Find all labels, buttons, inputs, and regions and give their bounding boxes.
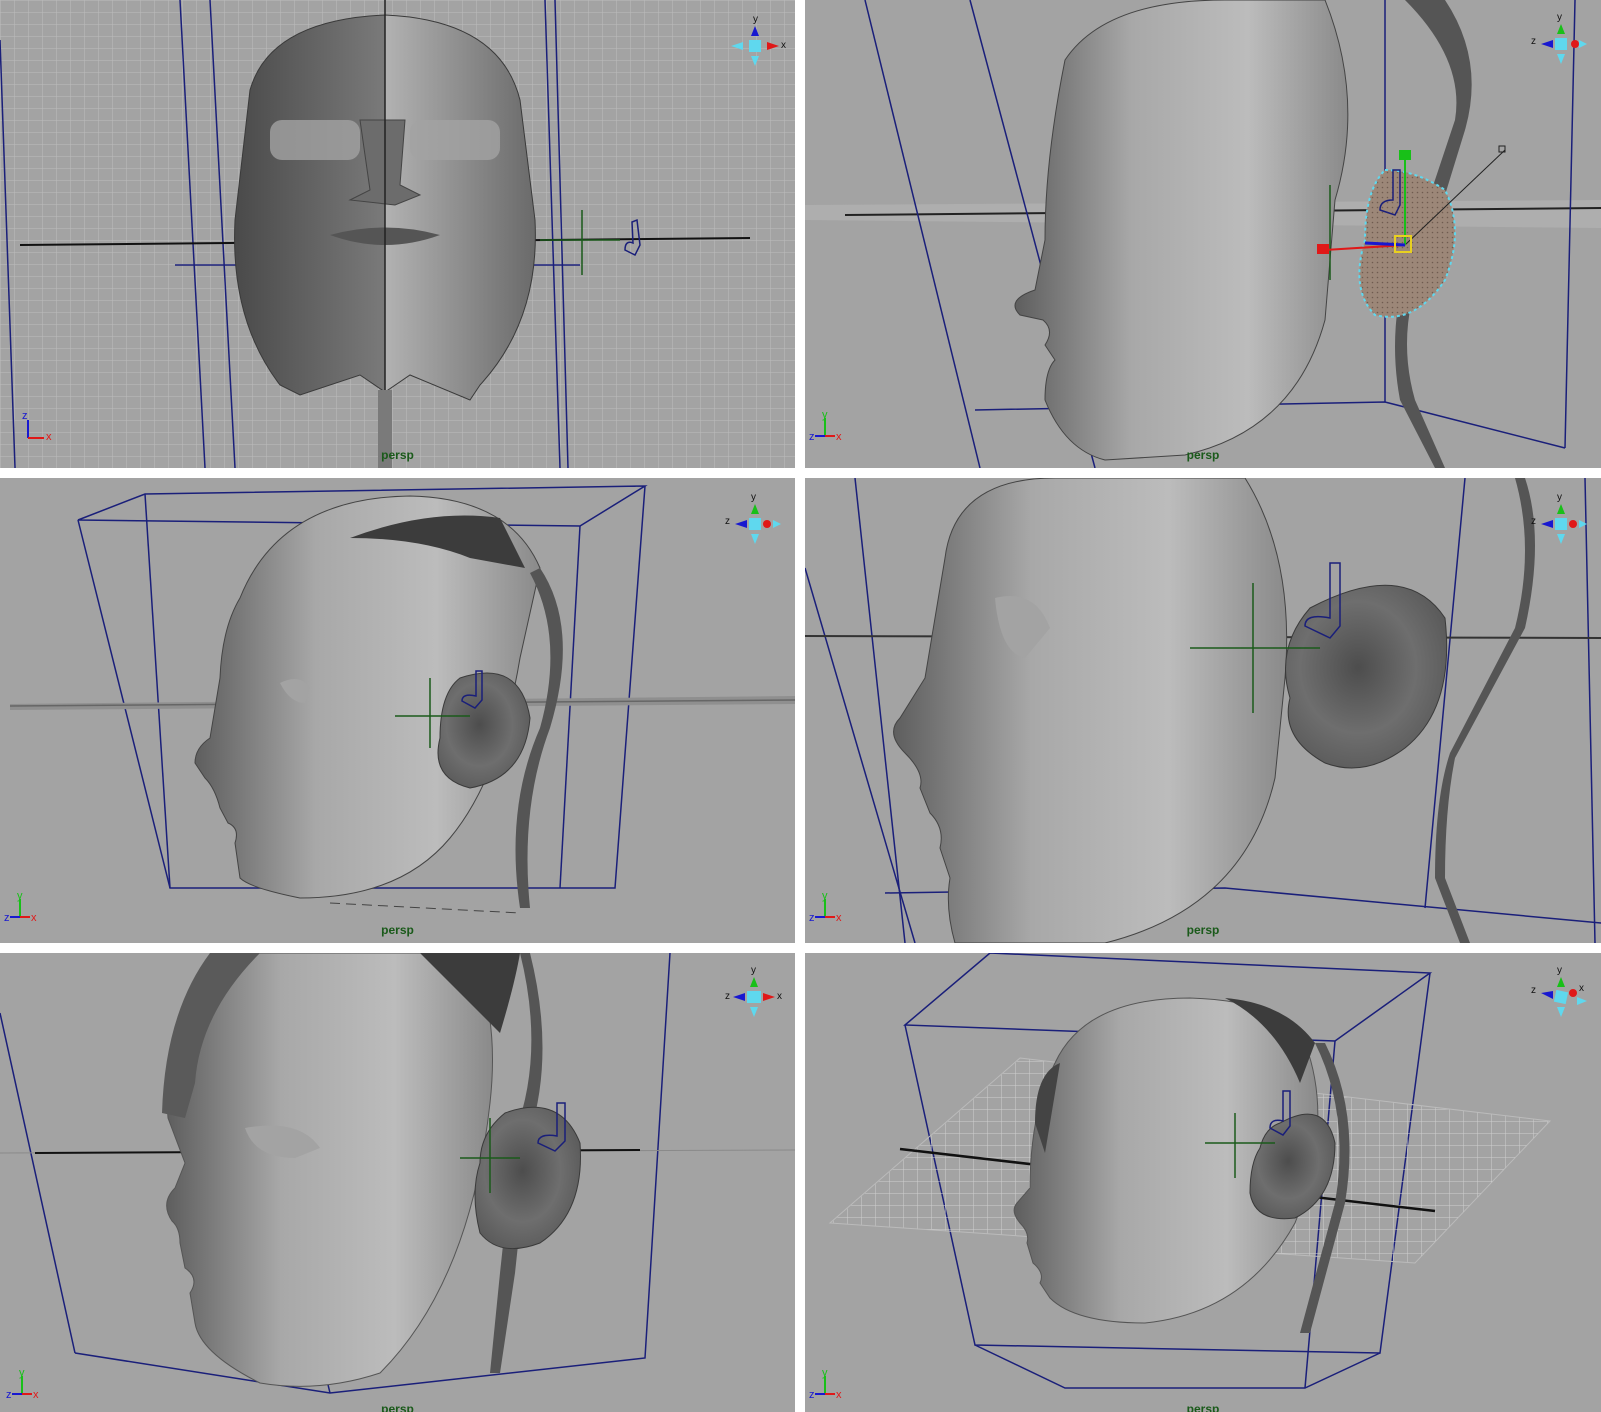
viewport-side-scene bbox=[805, 0, 1601, 468]
eye-socket-left bbox=[270, 120, 360, 160]
svg-text:x: x bbox=[836, 431, 842, 442]
svg-text:x: x bbox=[33, 1389, 39, 1400]
eye-socket-right bbox=[410, 120, 500, 160]
head-mesh bbox=[893, 478, 1288, 943]
axis-triad-icon: z y x bbox=[4, 891, 37, 923]
view-cube-icon[interactable]: y z x bbox=[1529, 963, 1591, 1021]
svg-text:z: z bbox=[6, 1389, 12, 1400]
viewport-smooth-grid-scene bbox=[828, 953, 1552, 1389]
neck-curve bbox=[1435, 478, 1535, 943]
axis-triad-icon: z y x bbox=[809, 1368, 842, 1400]
view-cube-icon[interactable]: y z x bbox=[723, 963, 785, 1021]
view-cube-icon[interactable]: y x bbox=[725, 12, 787, 70]
viewport-front-scene bbox=[0, 0, 795, 468]
svg-text:z: z bbox=[809, 912, 815, 923]
viewport-front[interactable]: y x z x persp bbox=[0, 0, 795, 468]
svg-text:x: x bbox=[781, 40, 786, 51]
axis-triad-icon: z y x bbox=[809, 891, 842, 923]
svg-text:y: y bbox=[822, 1368, 828, 1379]
viewport-side-closeup-scene bbox=[805, 478, 1601, 943]
svg-text:x: x bbox=[1579, 983, 1584, 994]
camera-label: persp bbox=[1186, 923, 1220, 937]
svg-text:z: z bbox=[725, 516, 730, 527]
svg-text:y: y bbox=[1557, 12, 1562, 23]
svg-text:y: y bbox=[1557, 965, 1562, 976]
svg-text:z: z bbox=[725, 991, 730, 1002]
svg-text:z: z bbox=[1531, 516, 1536, 527]
viewport-three-quarter-scene bbox=[9, 485, 795, 914]
camera-label: persp bbox=[381, 923, 414, 937]
svg-text:y: y bbox=[822, 410, 828, 421]
svg-text:y: y bbox=[753, 14, 758, 25]
axis-triad-icon: z y x bbox=[6, 1368, 39, 1400]
svg-text:z: z bbox=[22, 410, 28, 422]
viewport-three-quarter[interactable]: y z z y x persp bbox=[0, 478, 795, 943]
axis-triad-icon: z y x bbox=[809, 410, 842, 442]
head-mesh bbox=[1014, 0, 1349, 461]
camera-label: persp bbox=[1186, 1402, 1220, 1412]
view-cube-icon[interactable]: y z bbox=[1529, 10, 1591, 68]
viewport-smooth-scene bbox=[0, 953, 795, 1394]
svg-text:x: x bbox=[777, 991, 782, 1002]
svg-text:y: y bbox=[17, 891, 23, 902]
svg-text:z: z bbox=[4, 912, 10, 923]
head-mesh bbox=[166, 953, 493, 1387]
viewport-smooth-grid[interactable]: y z x z y x persp bbox=[805, 953, 1601, 1412]
svg-text:x: x bbox=[836, 1389, 842, 1400]
camera-label: persp bbox=[381, 1402, 414, 1412]
svg-text:y: y bbox=[751, 965, 756, 976]
ear-mesh bbox=[1285, 584, 1448, 769]
viewport-side-closeup[interactable]: y z z y x persp bbox=[805, 478, 1601, 943]
svg-text:y: y bbox=[751, 492, 756, 503]
svg-text:z: z bbox=[809, 431, 815, 442]
view-cube-icon[interactable]: y z bbox=[723, 490, 785, 548]
svg-text:x: x bbox=[836, 912, 842, 923]
svg-text:z: z bbox=[1531, 985, 1536, 996]
svg-text:y: y bbox=[19, 1368, 25, 1379]
ear-mesh bbox=[437, 672, 531, 789]
svg-text:z: z bbox=[809, 1389, 815, 1400]
camera-label: persp bbox=[381, 448, 414, 462]
view-cube-icon[interactable]: y z bbox=[1529, 490, 1591, 548]
svg-text:y: y bbox=[822, 891, 828, 902]
viewport-side-ear-placement[interactable]: y z z y x persp bbox=[805, 0, 1601, 468]
camera-label: persp bbox=[1186, 448, 1220, 462]
svg-text:y: y bbox=[1557, 492, 1562, 503]
viewport-smooth-three-quarter[interactable]: y z x z y x persp bbox=[0, 953, 795, 1412]
svg-text:x: x bbox=[31, 912, 37, 923]
axis-triad-icon: z x bbox=[22, 410, 52, 442]
svg-text:z: z bbox=[1531, 36, 1536, 47]
svg-text:x: x bbox=[46, 431, 52, 442]
